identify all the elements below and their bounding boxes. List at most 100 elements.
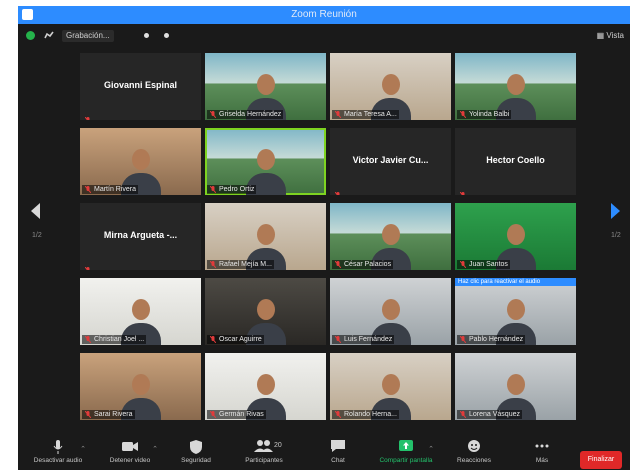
participant-name-label: Pablo Hernández <box>457 335 526 344</box>
participant-name: Germán Rivas <box>219 411 264 418</box>
participant-name: Pedro Ortiz <box>219 186 255 193</box>
microphone-icon <box>49 439 67 455</box>
stop-recording-icon[interactable] <box>164 33 169 38</box>
participant-name-label: Rolando Herna... <box>332 410 399 419</box>
audio-options-caret-icon[interactable]: ⌃ <box>80 445 86 453</box>
participant-name-label: César Palacios <box>332 260 394 269</box>
participant-name-large: Giovanni Espinal <box>103 80 177 90</box>
participant-name: Rafael Mejía M... <box>219 261 272 268</box>
participant-name-label: Luis Fernández <box>332 335 395 344</box>
reactions-button[interactable]: Reacciones <box>442 439 506 469</box>
window-title: Zoom Reunión <box>291 9 357 20</box>
participant-tile[interactable]: María Teresa A... <box>330 53 451 120</box>
participant-tile[interactable]: Haz clic para reactivar el audio Pablo He… <box>455 278 576 345</box>
muted-mic-icon <box>335 336 341 343</box>
muted-mic-icon <box>210 186 216 193</box>
grid-view-icon: ▦ <box>596 31 605 40</box>
participant-tile[interactable]: Rafael Mejía M... <box>205 203 326 270</box>
next-page-label: 1/2 <box>611 232 621 239</box>
chat-icon <box>329 439 347 455</box>
participant-tile[interactable]: Griselda Hernández <box>205 53 326 120</box>
stop-video-label: Detener video <box>109 457 151 464</box>
mute-audio-label: Desactivar audio <box>33 457 83 464</box>
zoom-window: Zoom Reunión Grabación... ▦ Vista Giovan… <box>18 6 630 470</box>
meeting-toolbar: Desactivar audio ⌃ Detener video ⌃ Segur… <box>18 436 630 470</box>
previous-page-label: 1/2 <box>32 232 42 239</box>
pause-recording-icon[interactable] <box>144 33 149 38</box>
security-button[interactable]: Seguridad <box>164 439 228 469</box>
participant-name: Oscar Aguirre <box>219 336 262 343</box>
muted-mic-icon <box>460 336 466 343</box>
more-button[interactable]: Más <box>510 439 574 469</box>
muted-mic-icon <box>460 411 466 418</box>
participant-name-large: Victor Javier Cu... <box>352 155 429 165</box>
view-label: Vista <box>606 31 624 40</box>
participant-tile[interactable]: Lorena Vásquez <box>455 353 576 420</box>
recording-indicator[interactable]: Grabación... <box>62 30 114 42</box>
participant-name-label: Yolinda Balbi <box>457 110 512 119</box>
participant-tile[interactable]: Pedro Ortiz <box>205 128 326 195</box>
meeting-top-bar: Grabación... ▦ Vista <box>18 24 630 48</box>
more-icon <box>533 439 551 455</box>
participant-name-large: Mirna Argueta -... <box>103 230 178 240</box>
muted-mic-icon <box>460 111 466 118</box>
participants-label: Participantes <box>245 457 283 464</box>
participant-name-label: Oscar Aguirre <box>207 335 264 344</box>
muted-mic-icon <box>85 411 91 418</box>
participant-tile[interactable]: Rolando Herna... <box>330 353 451 420</box>
share-options-caret-icon[interactable]: ⌃ <box>428 445 434 453</box>
muted-mic-icon <box>85 336 91 343</box>
participant-tile[interactable]: Oscar Aguirre <box>205 278 326 345</box>
participant-tile[interactable]: Luis Fernández <box>330 278 451 345</box>
muted-mic-icon <box>459 186 466 195</box>
unmute-request-banner[interactable]: Haz clic para reactivar el audio <box>455 278 576 286</box>
end-meeting-button[interactable]: Finalizar <box>580 451 622 469</box>
participant-name-label: Pedro Ortiz <box>207 185 257 194</box>
video-camera-icon <box>121 439 139 455</box>
mute-audio-button[interactable]: Desactivar audio ⌃ <box>26 439 90 469</box>
participant-name-label: Sarai Rivera <box>82 410 135 419</box>
muted-mic-icon <box>84 261 91 270</box>
participant-tile[interactable]: Sarai Rivera <box>80 353 201 420</box>
participant-tile[interactable]: Hector Coello <box>455 128 576 195</box>
participant-name: Yolinda Balbi <box>469 111 510 118</box>
participant-name: Sarai Rivera <box>94 411 133 418</box>
participant-name: Lorena Vásquez <box>469 411 520 418</box>
share-screen-button[interactable]: Compartir pantalla ⌃ <box>374 439 438 469</box>
participant-name: Rolando Herna... <box>344 411 397 418</box>
participant-name-label: Lorena Vásquez <box>457 410 522 419</box>
participant-tile[interactable]: Christian Joel ... <box>80 278 201 345</box>
participant-name-large: Hector Coello <box>486 155 545 165</box>
muted-mic-icon <box>335 111 341 118</box>
muted-mic-icon <box>210 411 216 418</box>
next-page-icon[interactable] <box>609 194 623 228</box>
participant-name: Pablo Hernández <box>469 336 524 343</box>
security-shield-icon[interactable] <box>26 31 35 40</box>
video-options-caret-icon[interactable]: ⌃ <box>152 445 158 453</box>
security-label: Seguridad <box>181 457 211 464</box>
participant-name: María Teresa A... <box>344 111 397 118</box>
stop-video-button[interactable]: Detener video ⌃ <box>98 439 162 469</box>
previous-page-icon[interactable] <box>28 194 42 228</box>
participant-tile[interactable]: Juan Santos <box>455 203 576 270</box>
participant-tile[interactable]: Giovanni Espinal <box>80 53 201 120</box>
muted-mic-icon <box>85 186 91 193</box>
view-button[interactable]: ▦ Vista <box>597 30 624 42</box>
participant-tile[interactable]: César Palacios <box>330 203 451 270</box>
chat-button[interactable]: Chat <box>306 439 370 469</box>
participant-tile[interactable]: Martín Rivera <box>80 128 201 195</box>
participant-name: Luis Fernández <box>344 336 393 343</box>
gallery-grid: Giovanni Espinal Griselda Hernández María … <box>18 48 630 432</box>
participant-tile[interactable]: Yolinda Balbi <box>455 53 576 120</box>
participant-name-label: Christian Joel ... <box>82 335 147 344</box>
share-screen-label: Compartir pantalla <box>379 457 433 464</box>
participant-name-label: Juan Santos <box>457 260 510 269</box>
participant-tile[interactable]: Mirna Argueta -... <box>80 203 201 270</box>
meeting-info-icon[interactable] <box>43 30 55 40</box>
muted-mic-icon <box>335 261 341 268</box>
participant-tile[interactable]: Victor Javier Cu... <box>330 128 451 195</box>
participant-tile[interactable]: Germán Rivas <box>205 353 326 420</box>
participants-button[interactable]: Participantes 20 <box>232 439 296 469</box>
participant-name: Martín Rivera <box>94 186 137 193</box>
title-bar: Zoom Reunión <box>18 6 630 24</box>
